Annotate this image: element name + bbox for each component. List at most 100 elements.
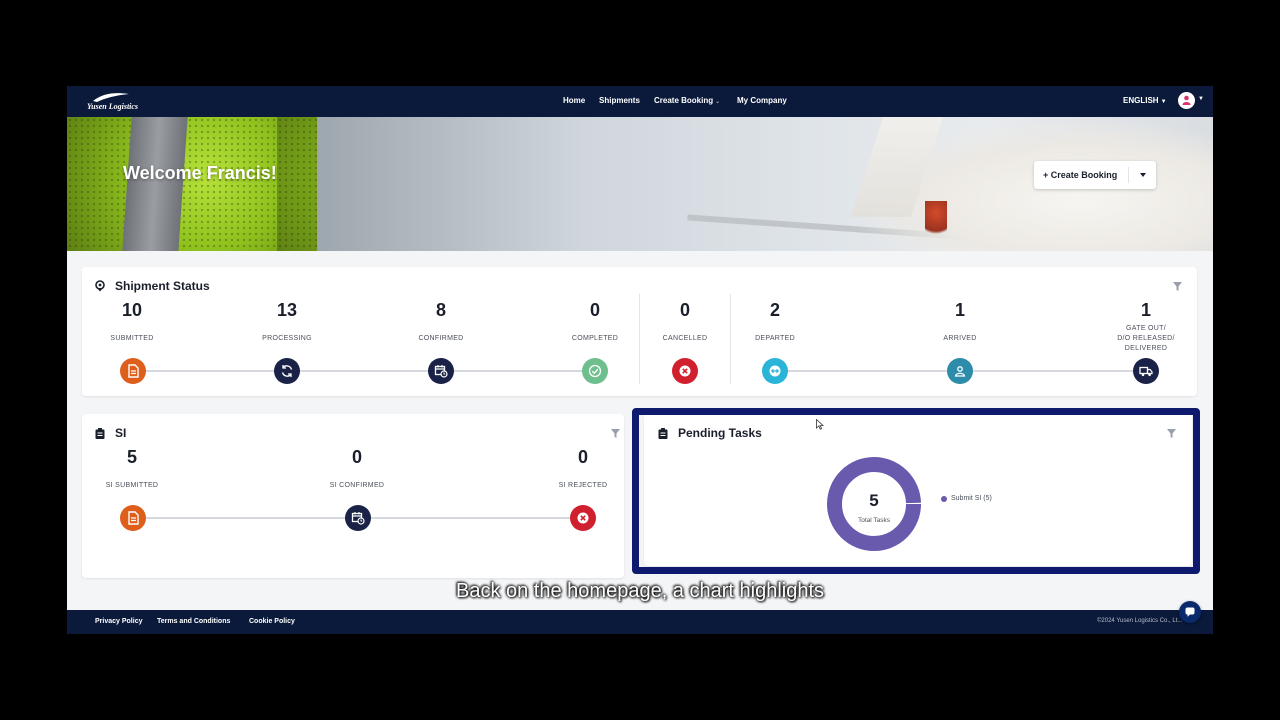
stat-departed[interactable]: 2 — [745, 300, 805, 321]
shipment-status-title: Shipment Status — [115, 279, 210, 293]
completed-status-button[interactable] — [582, 358, 608, 384]
chat-button[interactable] — [1179, 601, 1201, 623]
arrows-icon — [769, 365, 781, 377]
chat-icon — [1185, 607, 1195, 617]
stat-label: ARRIVED — [943, 335, 977, 342]
person-pin-icon — [954, 366, 966, 377]
hero-reflective-stripe — [122, 117, 188, 251]
calendar-clock-icon — [434, 365, 448, 378]
si-title: SI — [115, 426, 127, 440]
clipboard-icon — [95, 428, 105, 439]
stat-label-line: GATE OUT/ — [1126, 325, 1166, 332]
stat-label: SUBMITTED — [110, 335, 154, 342]
stat-value: 8 — [435, 300, 446, 320]
stat-label-line: D/O RELEASED/ — [1117, 335, 1175, 342]
create-booking-button[interactable]: + Create Booking — [1034, 161, 1156, 189]
section-divider — [730, 294, 731, 384]
stat-label-multiline: GATE OUT/ D/O RELEASED/ DELIVERED — [1101, 324, 1191, 354]
top-navbar: Yusen Logistics Home Shipments Create Bo… — [67, 86, 1213, 117]
hero-worker-figure — [925, 201, 947, 241]
copyright-text: ©2024 Yusen Logistics Co., Lt... — [1097, 618, 1183, 624]
logo-text: Yusen Logistics — [87, 102, 139, 111]
arrived-status-button[interactable] — [947, 358, 973, 384]
document-icon — [128, 364, 139, 378]
hero-vest-shadow — [277, 117, 319, 251]
stat-value: 0 — [589, 300, 600, 320]
stat-completed[interactable]: 0 — [565, 300, 625, 321]
language-label: ENGLISH — [1123, 96, 1159, 105]
refresh-icon — [281, 365, 293, 377]
stat-value: 5 — [126, 447, 137, 467]
stat-label: SI SUBMITTED — [105, 482, 159, 489]
user-avatar[interactable] — [1178, 92, 1195, 109]
stat-si-confirmed[interactable]: 0 — [327, 447, 387, 468]
stat-gate-out[interactable]: 1 — [1116, 300, 1176, 321]
shipment-status-card: Shipment Status 10 SUBMITTED 13 PROCESSI… — [82, 267, 1197, 396]
stat-si-rejected[interactable]: 0 — [553, 447, 613, 468]
caret-down-icon[interactable]: ▼ — [1198, 96, 1204, 102]
stat-value: 0 — [351, 447, 362, 467]
nav-my-company[interactable]: My Company — [737, 96, 787, 105]
welcome-title: Welcome Francis! — [123, 163, 277, 183]
privacy-policy-link[interactable]: Privacy Policy — [95, 618, 142, 625]
si-submitted-button[interactable] — [120, 505, 146, 531]
confirmed-status-button[interactable] — [428, 358, 454, 384]
si-confirmed-button[interactable] — [345, 505, 371, 531]
caret-down-icon: ▼ — [1160, 99, 1167, 105]
delivered-status-button[interactable] — [1133, 358, 1159, 384]
stat-label: CANCELLED — [662, 335, 708, 342]
stat-label: DEPARTED — [755, 335, 795, 342]
stat-si-submitted[interactable]: 5 — [102, 447, 162, 468]
si-card: SI 5 SI SUBMITTED 0 SI CONFIRMED 0 SI RE… — [82, 414, 624, 578]
filter-icon[interactable] — [611, 429, 620, 438]
stat-value: 0 — [577, 447, 588, 467]
cancelled-status-button[interactable] — [672, 358, 698, 384]
stat-confirmed[interactable]: 8 — [411, 300, 471, 321]
progress-track — [132, 370, 595, 372]
calendar-clock-icon — [351, 512, 365, 525]
hero-banner: Welcome Francis! + Create Booking — [67, 117, 1213, 251]
button-divider — [1128, 167, 1129, 183]
x-circle-icon — [577, 512, 589, 524]
mouse-cursor-icon — [816, 419, 824, 430]
terms-link[interactable]: Terms and Conditions — [157, 618, 230, 625]
processing-status-button[interactable] — [274, 358, 300, 384]
cookie-policy-link[interactable]: Cookie Policy — [249, 618, 295, 625]
stat-label: CONFIRMED — [418, 335, 464, 342]
nav-shipments[interactable]: Shipments — [599, 96, 640, 105]
location-pin-icon — [95, 280, 105, 292]
chevron-down-icon: ⌄ — [715, 99, 721, 105]
yusen-logo[interactable]: Yusen Logistics — [87, 91, 147, 113]
nav-create-booking-label: Create Booking — [654, 96, 714, 105]
stat-value: 10 — [121, 300, 143, 320]
create-booking-label: + Create Booking — [1043, 170, 1118, 180]
si-rejected-button[interactable] — [570, 505, 596, 531]
stat-label-line: DELIVERED — [1124, 345, 1168, 352]
stat-cancelled[interactable]: 0 — [655, 300, 715, 321]
highlight-frame — [632, 408, 1200, 574]
stat-label: SI CONFIRMED — [329, 482, 385, 489]
stat-label: COMPLETED — [571, 335, 619, 342]
submitted-status-button[interactable] — [120, 358, 146, 384]
stat-value: 1 — [954, 300, 965, 320]
check-circle-icon — [588, 364, 602, 378]
nav-home[interactable]: Home — [563, 96, 585, 105]
create-booking-dropdown-toggle[interactable] — [1134, 161, 1156, 189]
stat-submitted[interactable]: 10 — [102, 300, 162, 321]
stat-label: PROCESSING — [262, 335, 312, 342]
section-divider — [639, 294, 640, 384]
filter-icon[interactable] — [1173, 282, 1182, 291]
user-icon — [1182, 95, 1191, 105]
x-circle-icon — [679, 365, 691, 377]
language-selector[interactable]: ENGLISH ▼ — [1123, 96, 1167, 105]
departed-status-button[interactable] — [762, 358, 788, 384]
footer: Privacy Policy Terms and Conditions Cook… — [67, 610, 1213, 634]
stat-value: 1 — [1140, 300, 1151, 320]
stat-label: SI REJECTED — [558, 482, 608, 489]
app-frame: Yusen Logistics Home Shipments Create Bo… — [67, 86, 1213, 634]
stat-value: 0 — [679, 300, 690, 320]
nav-create-booking[interactable]: Create Booking ⌄ — [654, 96, 720, 105]
stat-processing[interactable]: 13 — [257, 300, 317, 321]
stat-arrived[interactable]: 1 — [930, 300, 990, 321]
video-caption: Back on the homepage, a chart highlights — [455, 580, 825, 602]
